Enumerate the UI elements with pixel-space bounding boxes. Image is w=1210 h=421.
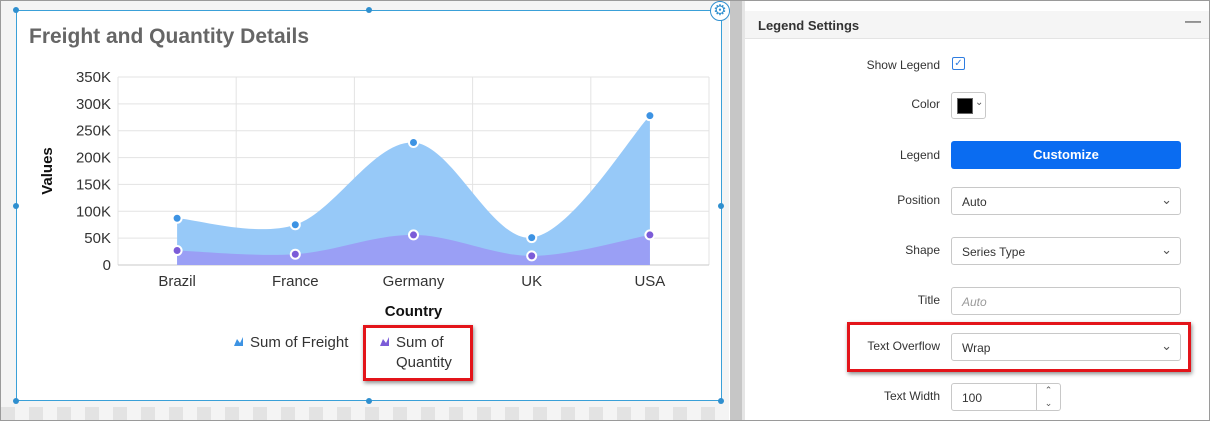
text-width-value: 100 <box>962 391 983 405</box>
legend-item-freight-label: Sum of Freight <box>250 334 349 351</box>
data-point-freight <box>644 110 656 122</box>
data-point-quantity <box>408 229 419 241</box>
x-tick-label: UK <box>521 273 542 290</box>
chevron-down-icon[interactable]: ⌄ <box>1037 397 1060 410</box>
y-tick-label: 50K <box>84 230 111 247</box>
data-point-freight <box>289 219 301 231</box>
shape-dropdown[interactable]: Series Type ⌄ <box>951 237 1181 265</box>
chevron-down-icon: ⌄ <box>1161 192 1172 207</box>
x-tick-label: France <box>272 273 319 290</box>
data-point-freight <box>171 212 183 224</box>
x-tick-label: Germany <box>383 273 445 290</box>
title-label: Title <box>917 293 940 307</box>
text-width-input[interactable]: 100 ⌃ ⌄ <box>951 383 1061 411</box>
data-point-quantity <box>644 229 656 241</box>
panel-title: Legend Settings <box>758 18 860 33</box>
x-tick-label: USA <box>634 273 665 290</box>
position-label: Position <box>897 193 940 207</box>
customize-button[interactable]: Customize <box>951 141 1181 169</box>
y-tick-label: 100K <box>76 203 111 220</box>
legend-item-highlight <box>363 325 473 381</box>
data-point-quantity <box>526 250 538 262</box>
spinner[interactable]: ⌃ ⌄ <box>1036 384 1060 410</box>
chevron-down-icon: ⌄ <box>975 97 984 108</box>
color-label: Color <box>911 97 940 111</box>
title-input[interactable]: Auto <box>951 287 1181 315</box>
y-tick-label: 150K <box>76 176 111 193</box>
y-tick-label: 0 <box>103 257 111 274</box>
y-tick-label: 250K <box>76 123 111 140</box>
chevron-up-icon[interactable]: ⌃ <box>1037 384 1060 397</box>
x-tick-label: Brazil <box>158 273 196 290</box>
text-overflow-highlight <box>847 322 1191 372</box>
color-picker[interactable]: ⌄ <box>951 92 986 119</box>
x-axis-title: Country <box>385 303 443 320</box>
legend-settings-header[interactable]: Legend Settings — <box>745 11 1209 39</box>
shape-label: Shape <box>905 243 940 257</box>
chevron-down-icon: ⌄ <box>1161 242 1172 257</box>
minus-icon[interactable]: — <box>1185 13 1201 31</box>
series-type-icon <box>234 337 243 346</box>
color-swatch <box>957 98 973 114</box>
y-axis-title: Values <box>39 147 56 195</box>
show-legend-label: Show Legend <box>866 58 940 72</box>
panel-splitter[interactable] <box>730 1 742 420</box>
legend-label: Legend <box>899 148 940 162</box>
data-point-quantity <box>289 248 301 260</box>
data-point-quantity <box>171 244 183 256</box>
y-tick-label: 200K <box>76 150 111 167</box>
position-value: Auto <box>962 195 987 209</box>
title-placeholder: Auto <box>962 295 987 309</box>
position-dropdown[interactable]: Auto ⌄ <box>951 187 1181 215</box>
text-width-label: Text Width <box>883 389 940 403</box>
show-legend-checkbox[interactable]: ✓ <box>952 57 965 70</box>
y-tick-label: 300K <box>76 96 111 113</box>
shape-value: Series Type <box>962 245 1026 259</box>
y-tick-label: 350K <box>76 69 111 86</box>
data-point-freight <box>526 232 538 244</box>
data-point-freight <box>408 137 419 149</box>
